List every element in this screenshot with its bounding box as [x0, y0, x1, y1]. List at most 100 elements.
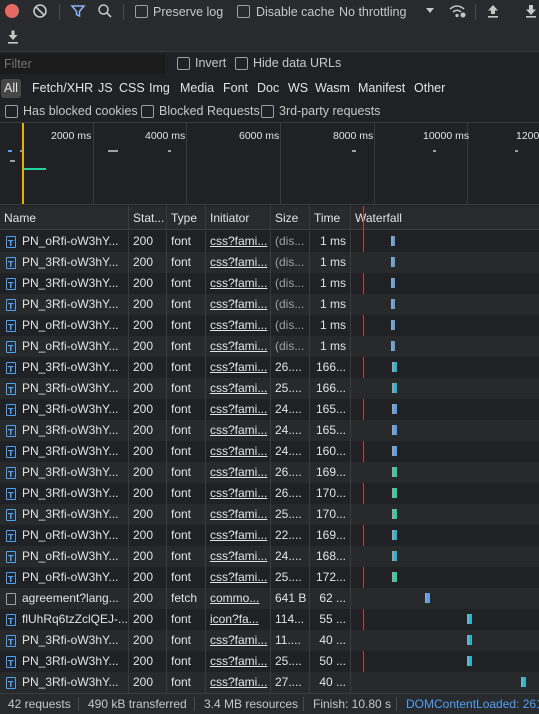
cell-initiator-text[interactable]: icon?fa... — [210, 612, 259, 626]
cell-initiator[interactable]: css?fami... — [206, 273, 271, 294]
blocked-requests-checkbox[interactable] — [141, 105, 154, 118]
clear-icon[interactable] — [32, 3, 48, 19]
network-conditions-icon[interactable] — [448, 3, 466, 19]
cell-initiator-text[interactable]: css?fami... — [210, 465, 267, 479]
cell-initiator-text[interactable]: css?fami... — [210, 360, 267, 374]
table-row[interactable]: PN_oRfi-oW3hY... 200 font css?fami... 25....… — [0, 567, 539, 588]
cell-initiator-text[interactable]: commo... — [210, 591, 259, 605]
column-header-type[interactable]: Type — [167, 206, 206, 230]
cell-initiator-text[interactable]: css?fami... — [210, 423, 267, 437]
table-row[interactable]: PN_3Rfi-oW3hY... 200 font css?fami... (dis..… — [0, 252, 539, 273]
type-filter-font[interactable]: Font — [220, 79, 251, 98]
table-row[interactable]: PN_3Rfi-oW3hY... 200 font css?fami... 26....… — [0, 483, 539, 504]
preserve-log-checkbox[interactable] — [135, 5, 148, 18]
table-row[interactable]: PN_oRfi-oW3hY... 200 font css?fami... (dis..… — [0, 315, 539, 336]
table-row[interactable]: PN_3Rfi-oW3hY... 200 font css?fami... 24....… — [0, 441, 539, 462]
type-filter-fetch-xhr[interactable]: Fetch/XHR — [29, 79, 96, 98]
cell-initiator-text[interactable]: css?fami... — [210, 570, 267, 584]
export-har-icon[interactable] — [523, 3, 539, 19]
cell-initiator-text[interactable]: css?fami... — [210, 654, 267, 668]
table-row[interactable]: PN_3Rfi-oW3hY... 200 font css?fami... 25....… — [0, 504, 539, 525]
cell-initiator[interactable]: css?fami... — [206, 357, 271, 378]
table-row[interactable]: PN_oRfi-oW3hY... 200 font css?fami... 24....… — [0, 546, 539, 567]
cell-initiator[interactable]: css?fami... — [206, 525, 271, 546]
cell-initiator[interactable]: css?fami... — [206, 462, 271, 483]
cell-initiator-text[interactable]: css?fami... — [210, 318, 267, 332]
cell-initiator-text[interactable]: css?fami... — [210, 402, 267, 416]
table-row[interactable]: PN_3Rfi-oW3hY... 200 font css?fami... 25....… — [0, 378, 539, 399]
cell-initiator-text[interactable]: css?fami... — [210, 381, 267, 395]
table-row[interactable]: PN_3Rfi-oW3hY... 200 font css?fami... 27....… — [0, 672, 539, 693]
has-blocked-cookies-checkbox[interactable] — [5, 105, 18, 118]
cell-initiator[interactable]: css?fami... — [206, 420, 271, 441]
cell-initiator-text[interactable]: css?fami... — [210, 234, 267, 248]
import-har-icon[interactable] — [485, 3, 501, 19]
table-row[interactable]: agreement?lang... 200 fetch commo... 641 B 62… — [0, 588, 539, 609]
type-filter-img[interactable]: Img — [146, 79, 173, 98]
cell-initiator[interactable]: css?fami... — [206, 483, 271, 504]
cell-initiator[interactable]: css?fami... — [206, 567, 271, 588]
cell-initiator-text[interactable]: css?fami... — [210, 675, 267, 689]
filter-input[interactable] — [0, 54, 165, 74]
type-filter-wasm[interactable]: Wasm — [312, 79, 353, 98]
throttling-select[interactable]: No throttling — [339, 5, 406, 19]
table-row[interactable]: PN_oRfi-oW3hY... 200 font css?fami... (dis..… — [0, 336, 539, 357]
cell-initiator[interactable]: css?fami... — [206, 546, 271, 567]
cell-initiator[interactable]: css?fami... — [206, 378, 271, 399]
cell-initiator-text[interactable]: css?fami... — [210, 507, 267, 521]
table-row[interactable]: PN_3Rfi-oW3hY... 200 font css?fami... 25....… — [0, 651, 539, 672]
cell-initiator[interactable]: css?fami... — [206, 651, 271, 672]
table-row[interactable]: PN_oRfi-oW3hY... 200 font css?fami... (dis..… — [0, 231, 539, 252]
cell-initiator[interactable]: css?fami... — [206, 630, 271, 651]
cell-initiator[interactable]: css?fami... — [206, 399, 271, 420]
table-row[interactable]: PN_3Rfi-oW3hY... 200 font css?fami... 26....… — [0, 357, 539, 378]
table-row[interactable]: PN_3Rfi-oW3hY... 200 font css?fami... (dis..… — [0, 294, 539, 315]
cell-initiator[interactable]: css?fami... — [206, 252, 271, 273]
cell-initiator[interactable]: css?fami... — [206, 504, 271, 525]
cell-initiator[interactable]: css?fami... — [206, 294, 271, 315]
third-party-requests-checkbox[interactable] — [261, 105, 274, 118]
download-icon[interactable] — [6, 29, 20, 45]
type-filter-other[interactable]: Other — [411, 79, 448, 98]
type-filter-doc[interactable]: Doc — [254, 79, 282, 98]
cell-initiator[interactable]: css?fami... — [206, 336, 271, 357]
filter-icon[interactable] — [70, 3, 86, 19]
disable-cache-checkbox[interactable] — [237, 5, 250, 18]
type-filter-all[interactable]: All — [1, 79, 21, 98]
table-row[interactable]: flUhRq6tzZclQEJ-... 200 font icon?fa... 114.… — [0, 609, 539, 630]
column-header-status[interactable]: Stat... — [129, 206, 167, 230]
column-header-name[interactable]: Name — [0, 206, 129, 230]
table-row[interactable]: PN_3Rfi-oW3hY... 200 font css?fami... 24....… — [0, 399, 539, 420]
cell-initiator-text[interactable]: css?fami... — [210, 276, 267, 290]
column-header-size[interactable]: Size — [271, 206, 310, 230]
cell-initiator[interactable]: css?fami... — [206, 441, 271, 462]
type-filter-js[interactable]: JS — [95, 79, 116, 98]
cell-initiator-text[interactable]: css?fami... — [210, 633, 267, 647]
column-header-time[interactable]: Time — [310, 206, 351, 230]
cell-initiator[interactable]: css?fami... — [206, 231, 271, 252]
cell-initiator-text[interactable]: css?fami... — [210, 339, 267, 353]
cell-initiator-text[interactable]: css?fami... — [210, 549, 267, 563]
table-row[interactable]: PN_oRfi-oW3hY... 200 font css?fami... 22....… — [0, 525, 539, 546]
table-row[interactable]: PN_3Rfi-oW3hY... 200 font css?fami... (dis..… — [0, 273, 539, 294]
type-filter-ws[interactable]: WS — [285, 79, 311, 98]
cell-initiator[interactable]: css?fami... — [206, 315, 271, 336]
table-row[interactable]: PN_3Rfi-oW3hY... 200 font css?fami... 24....… — [0, 420, 539, 441]
cell-initiator-text[interactable]: css?fami... — [210, 255, 267, 269]
hide-data-urls-checkbox[interactable] — [235, 57, 248, 70]
type-filter-media[interactable]: Media — [177, 79, 217, 98]
cell-initiator[interactable]: icon?fa... — [206, 609, 271, 630]
dropdown-arrow-icon[interactable] — [425, 7, 435, 15]
cell-initiator[interactable]: commo... — [206, 588, 271, 609]
invert-checkbox[interactable] — [177, 57, 190, 70]
table-row[interactable]: PN_3Rfi-oW3hY... 200 font css?fami... 26....… — [0, 462, 539, 483]
type-filter-css[interactable]: CSS — [116, 79, 148, 98]
cell-initiator-text[interactable]: css?fami... — [210, 297, 267, 311]
cell-initiator[interactable]: css?fami... — [206, 672, 271, 693]
cell-initiator-text[interactable]: css?fami... — [210, 528, 267, 542]
record-icon[interactable] — [5, 4, 19, 18]
network-overview-timeline[interactable]: 2000 ms 4000 ms 6000 ms 8000 ms 10000 ms… — [0, 123, 539, 205]
table-row[interactable]: PN_3Rfi-oW3hY... 200 font css?fami... 11....… — [0, 630, 539, 651]
type-filter-manifest[interactable]: Manifest — [355, 79, 408, 98]
cell-initiator-text[interactable]: css?fami... — [210, 486, 267, 500]
